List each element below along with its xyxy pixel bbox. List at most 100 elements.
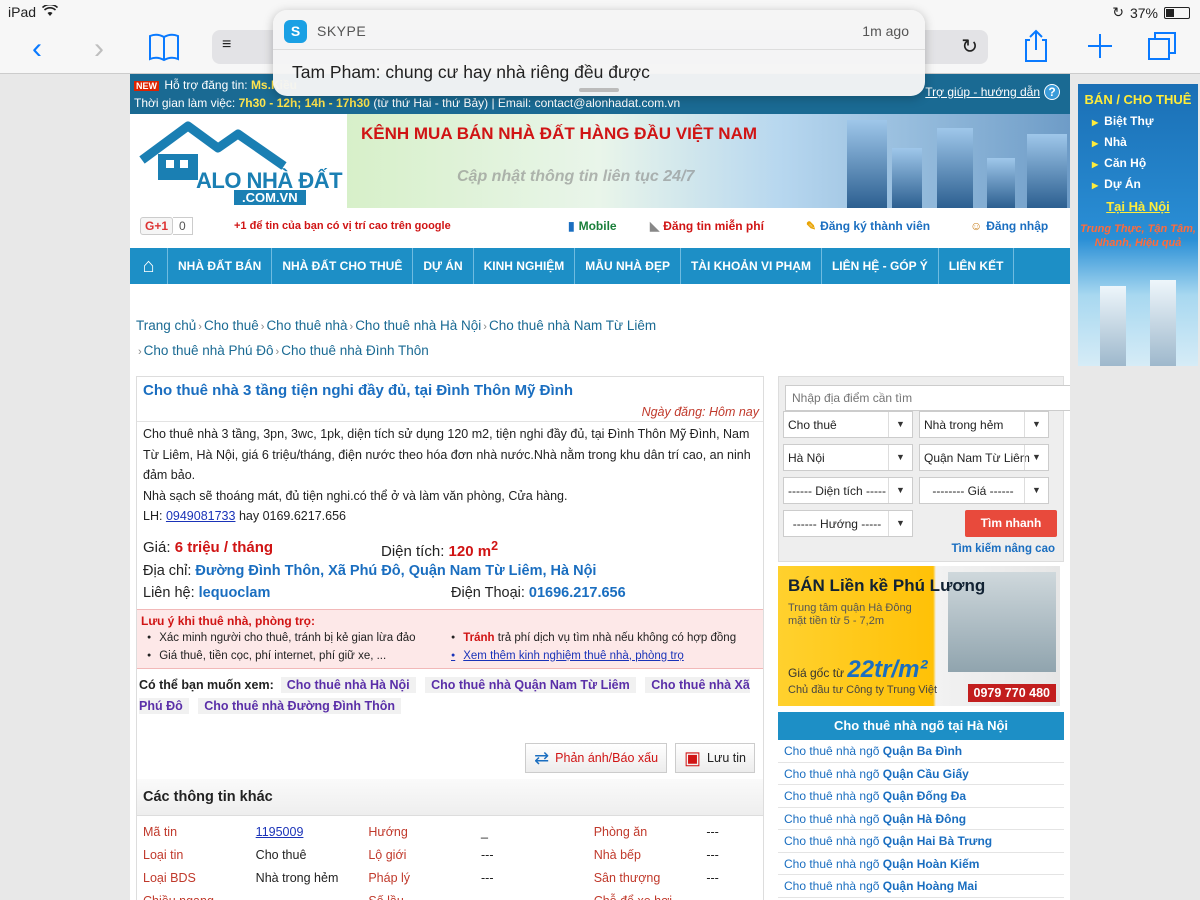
city-select[interactable]: Hà Nội ▼ bbox=[783, 444, 913, 471]
area-select[interactable]: ------ Diện tích ----- ▼ bbox=[783, 477, 913, 504]
see-also-tag[interactable]: Cho thuê nhà Đường Đình Thôn bbox=[198, 697, 402, 714]
contact-phone-link[interactable]: 0949081733 bbox=[166, 509, 236, 523]
free-post-label: Đăng tin miễn phí bbox=[663, 219, 764, 233]
description-text: Nhà sạch sẽ thoáng mát, đủ tiện nghi.có … bbox=[143, 488, 568, 503]
district-link[interactable]: Cho thuê nhà ngõ Quận Hoàn Kiếm bbox=[778, 853, 1064, 875]
main-navigation: ⌂ NHÀ ĐẤT BÁN NHÀ ĐẤT CHO THUÊ DỰ ÁN KIN… bbox=[130, 248, 1070, 284]
free-post-link[interactable]: ◣ Đăng tin miễn phí bbox=[650, 219, 764, 233]
location-search-input[interactable] bbox=[785, 385, 1070, 411]
district-select[interactable]: Quận Nam Từ Liêm ▼ bbox=[919, 444, 1049, 471]
nav-item[interactable]: LIÊN HỆ - GÓP Ý bbox=[822, 248, 939, 284]
breadcrumb-link[interactable]: Cho thuê nhà Nam Từ Liêm bbox=[489, 318, 656, 333]
notification-app-name: SKYPE bbox=[317, 23, 367, 39]
district-link[interactable]: Cho thuê nhà ngõ Quận Cầu Giấy bbox=[778, 763, 1064, 785]
battery-icon bbox=[1164, 6, 1190, 19]
back-button[interactable]: ‹ bbox=[32, 32, 42, 66]
reader-icon[interactable]: ≡ bbox=[222, 36, 231, 54]
mobile-phone-icon: ▮ bbox=[568, 219, 575, 233]
advanced-search-link[interactable]: Tìm kiếm nâng cao bbox=[951, 543, 1055, 555]
property-category-select[interactable]: Nhà trong hẻm ▼ bbox=[919, 411, 1049, 438]
rental-warning-box: Lưu ý khi thuê nhà, phòng trọ: Xác minh … bbox=[137, 608, 763, 669]
skype-notification[interactable]: S SKYPE 1m ago Tam Pham: chung cư hay nh… bbox=[273, 10, 925, 96]
new-tab-icon[interactable] bbox=[1086, 28, 1114, 72]
wifi-icon bbox=[41, 3, 59, 20]
nav-item[interactable]: KINH NGHIỆM bbox=[474, 248, 576, 284]
google-plus-button[interactable]: G+1 0 bbox=[140, 217, 193, 235]
district-name: Quận Cầu Giấy bbox=[882, 766, 969, 781]
info-key: Lộ giới bbox=[368, 847, 407, 862]
listing-title[interactable]: Cho thuê nhà 3 tầng tiện nghi đầy đủ, tạ… bbox=[137, 377, 763, 399]
bookmarks-icon[interactable] bbox=[148, 32, 180, 70]
info-key: Mã tin bbox=[143, 824, 178, 839]
contact-name[interactable]: lequoclam bbox=[199, 585, 271, 601]
nav-item[interactable]: LIÊN KẾT bbox=[939, 248, 1015, 284]
direction-select[interactable]: ------ Hướng ----- ▼ bbox=[783, 510, 913, 537]
nav-item[interactable]: NHÀ ĐẤT CHO THUÊ bbox=[272, 248, 414, 284]
listing-date: Ngày đăng: Hôm nay bbox=[137, 399, 763, 422]
district-link[interactable]: Cho thuê nhà ngõ Quận Ba Đình bbox=[778, 740, 1064, 763]
district-links-box: Cho thuê nhà ngõ tại Hà Nội Cho thuê nhà… bbox=[778, 712, 1064, 898]
building-image bbox=[1150, 280, 1176, 366]
site-logo[interactable]: ALO NHÀ ĐẤT .COM.VN bbox=[136, 116, 346, 206]
info-value: --- bbox=[475, 889, 588, 900]
chevron-down-icon: ▼ bbox=[888, 511, 912, 536]
warning-item-avoid: Tránh trả phí dịch vụ tìm nhà nếu không … bbox=[451, 632, 736, 644]
home-icon[interactable]: ⌂ bbox=[130, 248, 168, 284]
ad-subtitle-line: mặt tiền từ 5 - 7,2m bbox=[788, 615, 885, 627]
banner-subtitle: Cập nhật thông tin liên tục 24/7 bbox=[457, 168, 695, 185]
info-key: Số lầu bbox=[362, 889, 475, 900]
mobile-link[interactable]: ▮ Mobile bbox=[568, 219, 617, 233]
side-banner-item: Biệt Thự bbox=[1092, 114, 1198, 128]
megaphone-icon: ◣ bbox=[650, 219, 660, 233]
register-link[interactable]: ✎ Đăng ký thành viên bbox=[806, 219, 930, 233]
breadcrumb-chevron-icon: › bbox=[138, 346, 142, 358]
login-link[interactable]: ☺ Đăng nhập bbox=[970, 219, 1048, 233]
district-link[interactable]: Cho thuê nhà ngõ Quận Hà Đông bbox=[778, 808, 1064, 830]
login-label: Đăng nhập bbox=[986, 219, 1049, 233]
help-icon[interactable]: ? bbox=[1044, 84, 1060, 100]
reload-icon[interactable]: ↻ bbox=[961, 34, 978, 59]
listing-type-select[interactable]: Cho thuê ▼ bbox=[783, 411, 913, 438]
see-also-tag[interactable]: Cho thuê nhà Quận Nam Từ Liêm bbox=[425, 676, 636, 693]
help-link[interactable]: Trợ giúp - hướng dẫn? bbox=[925, 84, 1060, 100]
side-banner-ad[interactable]: BÁN / CHO THUÊ Biệt Thự Nhà Căn Hộ Dự Án… bbox=[1078, 84, 1198, 366]
nav-item[interactable]: TÀI KHOẢN VI PHẠM bbox=[681, 248, 822, 284]
nav-item[interactable]: MẪU NHÀ ĐẸP bbox=[575, 248, 681, 284]
district-link[interactable]: Cho thuê nhà ngõ Quận Hoàng Mai bbox=[778, 875, 1064, 898]
quick-search-button[interactable]: Tìm nhanh bbox=[965, 510, 1057, 537]
info-key: Phòng ăn bbox=[593, 824, 648, 839]
district-link[interactable]: Cho thuê nhà ngõ Quận Đống Đa bbox=[778, 785, 1064, 808]
see-also-tag[interactable]: Cho thuê nhà Hà Nội bbox=[280, 676, 416, 693]
forward-button[interactable]: › bbox=[94, 32, 104, 66]
building-image bbox=[1100, 286, 1126, 366]
notification-grabber[interactable] bbox=[579, 88, 619, 92]
breadcrumb-link[interactable]: Cho thuê nhà bbox=[266, 318, 347, 333]
tabs-icon[interactable] bbox=[1146, 30, 1178, 70]
district-link[interactable]: Cho thuê nhà ngõ Quận Hai Bà Trưng bbox=[778, 830, 1064, 853]
warning-item: Xác minh người cho thuê, tránh bị kẻ gia… bbox=[147, 632, 415, 644]
other-info-table: Mã tin 1195009 Hướng _ Phòng ăn --- Loại tin Ch… bbox=[137, 820, 763, 900]
price-select[interactable]: -------- Giá ------ ▼ bbox=[919, 477, 1049, 504]
breadcrumb-link[interactable]: Cho thuê nhà Phú Đô bbox=[144, 343, 274, 358]
breadcrumb-link[interactable]: Cho thuê bbox=[204, 318, 259, 333]
warning-item-text: trả phí dịch vụ tìm nhà nếu không có hợp… bbox=[497, 631, 737, 644]
see-also-label: Có thể bạn muốn xem: bbox=[139, 677, 274, 692]
listing-id-link[interactable]: 1195009 bbox=[256, 825, 304, 839]
nav-item[interactable]: DỰ ÁN bbox=[413, 248, 474, 284]
report-button[interactable]: ⇄ Phản ánh/Báo xấu bbox=[525, 743, 668, 773]
district-name: Quận Hà Đông bbox=[882, 811, 967, 826]
nav-item[interactable]: NHÀ ĐẤT BÁN bbox=[168, 248, 273, 284]
breadcrumb-link[interactable]: Cho thuê nhà Hà Nội bbox=[355, 318, 481, 333]
info-key: Sân thượng bbox=[593, 870, 661, 885]
share-icon[interactable] bbox=[1022, 28, 1050, 72]
property-ad-banner[interactable]: BÁN Liền kề Phú Lương Trung tâm quận Hà … bbox=[778, 566, 1060, 706]
other-info-section: Các thông tin khác Mã tin 1195009 Hướng _ Ph… bbox=[137, 779, 763, 900]
breadcrumb-link[interactable]: Trang chủ bbox=[136, 318, 196, 333]
breadcrumb-link[interactable]: Cho thuê nhà Đình Thôn bbox=[281, 343, 429, 358]
area-label: Diện tích: bbox=[381, 542, 445, 560]
info-key: Loại BDS bbox=[143, 870, 196, 885]
save-button-label: Lưu tin bbox=[707, 751, 746, 765]
save-listing-button[interactable]: ▣ Lưu tin bbox=[675, 743, 755, 773]
breadcrumb: Trang chủ › Cho thuê › Cho thuê nhà › Cho thuê… bbox=[136, 314, 696, 364]
warning-more-link[interactable]: Xem thêm kinh nghiệm thuê nhà, phòng trọ bbox=[451, 650, 684, 662]
